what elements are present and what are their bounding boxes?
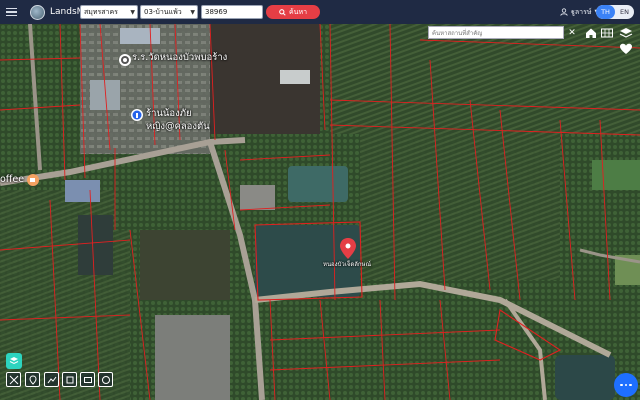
user-icon	[560, 8, 568, 16]
pin-tool-button[interactable]	[25, 372, 40, 387]
shop2-label: หญิง@คลองตัน	[146, 121, 210, 132]
more-options-button[interactable]	[614, 373, 638, 397]
close-icon[interactable]: ✕	[566, 26, 578, 39]
info-marker-icon[interactable]	[131, 109, 143, 121]
layer-toggle-button[interactable]	[6, 353, 22, 369]
province-value: สมุทรสาคร	[84, 7, 118, 16]
grid-icon[interactable]	[600, 26, 614, 40]
more-icon	[620, 383, 623, 387]
map-canvas[interactable]	[0, 23, 640, 400]
measure-icon	[9, 375, 18, 384]
pin-tool-icon	[28, 374, 37, 385]
map-layer-icon	[9, 357, 19, 365]
chevron-down-icon: ▼	[130, 9, 135, 16]
rectangle-tool-icon	[83, 376, 92, 383]
parcel-number-input[interactable]: 38969	[201, 5, 263, 19]
home-icon[interactable]	[584, 26, 598, 40]
district-value: 03-บ้านแพ้ว	[144, 7, 182, 16]
landsmaps-app: LandsMaps สมุทรสาคร ▼ 03-บ้านแพ้ว ▼ 3896…	[0, 0, 640, 400]
circle-tool-button[interactable]	[98, 372, 113, 387]
satellite-map[interactable]: ร.ร.วัดหนองบัวพบอร้าง ร้านน้องภัย หญิง@ค…	[0, 23, 640, 400]
measure-tool-button[interactable]	[6, 372, 21, 387]
polygon-tool-icon	[66, 376, 73, 383]
lang-en-button[interactable]: EN	[615, 5, 634, 19]
user-menu[interactable]: ฐูลารษ์ ▼	[560, 5, 598, 19]
line-tool-icon	[47, 376, 56, 383]
coffee-label: offee	[0, 174, 25, 185]
hamburger-icon[interactable]	[6, 0, 24, 24]
user-label: ฐูลารษ์	[571, 7, 592, 16]
polygon-tool-button[interactable]	[62, 372, 77, 387]
school-marker-icon[interactable]	[119, 54, 131, 66]
search-button[interactable]: ค้นหา	[266, 5, 320, 19]
coffee-marker-icon[interactable]	[27, 174, 39, 186]
search-button-label: ค้นหา	[288, 7, 307, 16]
province-select[interactable]: สมุทรสาคร ▼	[80, 5, 138, 19]
language-toggle[interactable]: TH EN	[596, 5, 634, 19]
place-search-input[interactable]: ค้นหาสถานที่สำคัญ	[428, 26, 564, 39]
search-icon	[279, 8, 286, 16]
layers-icon[interactable]	[619, 26, 633, 40]
circle-tool-icon	[101, 375, 110, 384]
parcel-number-value: 38969	[205, 8, 228, 16]
heart-icon[interactable]	[619, 42, 633, 56]
chevron-down-icon: ▼	[190, 9, 195, 16]
line-tool-button[interactable]	[44, 372, 59, 387]
district-select[interactable]: 03-บ้านแพ้ว ▼	[140, 5, 198, 19]
lang-th-button[interactable]: TH	[596, 5, 615, 19]
pin-label: หนองบัวเจ็ดลักษณ์	[323, 261, 372, 268]
rectangle-tool-button[interactable]	[80, 372, 95, 387]
school-label: ร.ร.วัดหนองบัวพบอร้าง	[132, 52, 228, 63]
globe-logo-icon	[30, 4, 45, 20]
